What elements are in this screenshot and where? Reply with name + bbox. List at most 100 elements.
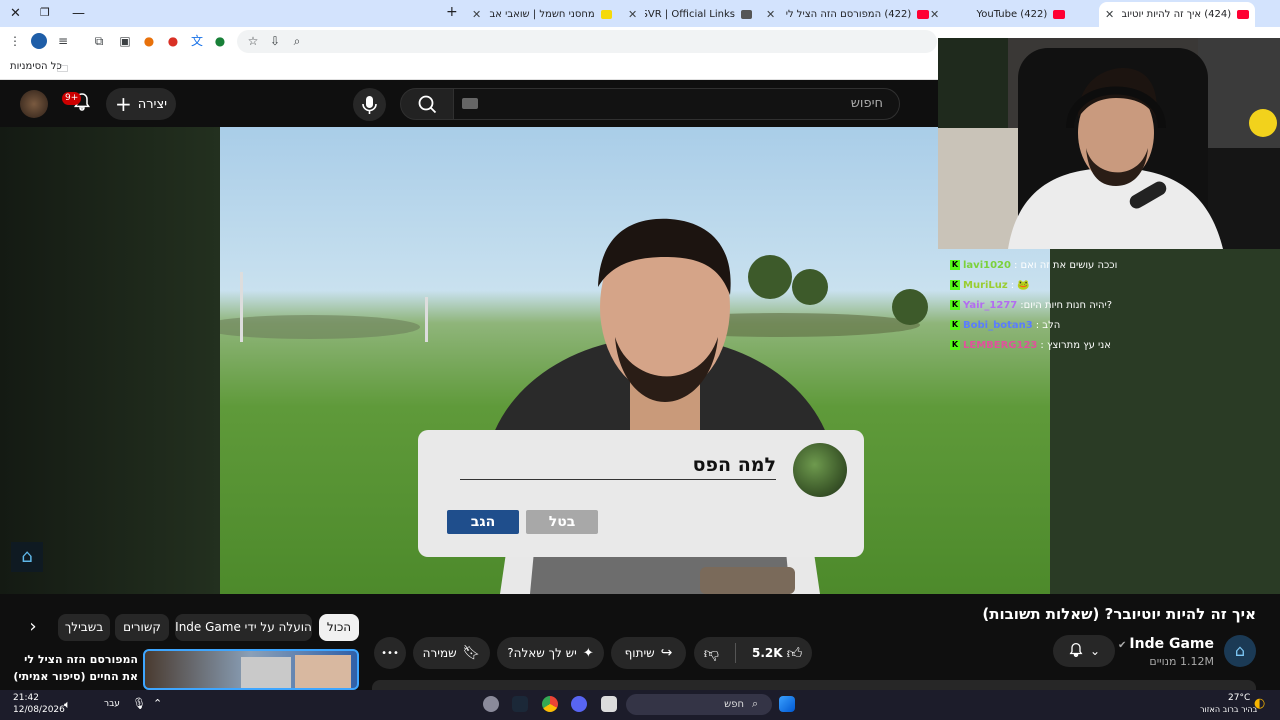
- reply-button[interactable]: הגב: [447, 510, 519, 534]
- tab-close-icon[interactable]: ✕: [1105, 8, 1114, 21]
- zoom-icon[interactable]: ⌕: [289, 33, 305, 49]
- bookmark-star-icon[interactable]: ☆: [245, 33, 261, 49]
- user-avatar: [793, 443, 847, 497]
- kick-badge-icon: K: [950, 340, 960, 350]
- kick-badge-icon: K: [950, 300, 960, 310]
- tab-close-icon[interactable]: ✕: [628, 8, 637, 21]
- notification-count-badge: 9+: [62, 92, 82, 105]
- address-bar[interactable]: ☆ ⇩ ⌕: [237, 30, 937, 53]
- like-count: 5.2K: [752, 646, 783, 660]
- tab-title: מחסני חשמל | שואבי אבק - מחס: [489, 8, 595, 20]
- chip-related[interactable]: קשורים: [115, 614, 169, 641]
- steam-icon[interactable]: [512, 696, 528, 712]
- cancel-button[interactable]: בטל: [526, 510, 598, 534]
- chat-message: K Yair_1277 :יהיה חנות חיות היום?: [950, 297, 1112, 313]
- divider: [735, 643, 736, 663]
- translate-icon[interactable]: 文: [189, 33, 205, 49]
- subscriber-count: 1.12M מנויים: [1149, 655, 1214, 668]
- search-input[interactable]: חיפוש: [453, 88, 900, 120]
- tab-search-icon[interactable]: ▣: [117, 33, 133, 49]
- thumbnail-frame: [241, 657, 291, 688]
- save-button[interactable]: 🔖︎ שמירה: [413, 637, 490, 669]
- clock-time[interactable]: 21:42: [13, 693, 39, 703]
- youtube-favicon-icon: [1053, 9, 1066, 19]
- kick-badge-icon: K: [950, 320, 960, 330]
- tab-title: (422) YouTube: [976, 8, 1048, 20]
- discord-icon[interactable]: [571, 696, 587, 712]
- taskbar-search[interactable]: חפש: [626, 694, 772, 715]
- media-controls-icon[interactable]: ≡: [55, 33, 71, 49]
- description-box[interactable]: [372, 680, 1256, 690]
- tab-odedsvr[interactable]: OdedSVR | Official Links ✕: [622, 4, 758, 24]
- plus-icon: +: [114, 92, 132, 116]
- account-avatar[interactable]: [20, 90, 48, 118]
- restore-window-icon[interactable]: ❐: [40, 6, 50, 19]
- chip-uploaded-by[interactable]: הועלה על ידי Inde Game: [175, 614, 312, 641]
- all-bookmarks-link[interactable]: כל הסימניות: [10, 61, 62, 72]
- search-button[interactable]: [400, 88, 454, 120]
- tab-famous[interactable]: (422) המפורסם הזה הציל לי את ✕: [760, 4, 936, 24]
- channel-name-row[interactable]: ✔ Inde Game: [1118, 636, 1214, 652]
- menu-dots-icon[interactable]: ⋮: [7, 33, 23, 49]
- thumbs-down-icon[interactable]: 👎︎: [704, 644, 719, 663]
- tab-electric[interactable]: מחסני חשמל | שואבי אבק - מחס ✕: [466, 4, 618, 24]
- chat-username: MuriLuz: [963, 279, 1008, 291]
- chevron-right-icon[interactable]: ›: [22, 616, 44, 638]
- thumbnail-frame: [295, 655, 351, 688]
- extension-icon[interactable]: ●: [141, 33, 157, 49]
- chip-for-you[interactable]: בשבילך: [58, 614, 110, 641]
- share-button[interactable]: ↪ שיתוף: [611, 637, 686, 669]
- tab-title: (424) איך זה להיות יוטיובר? (שא: [1122, 9, 1232, 20]
- volume-icon[interactable]: 🔈︎: [64, 698, 71, 712]
- browser-tab-strip: ✕ ❐ — (424) איך זה להיות יוטיובר? (שא ✕ …: [0, 0, 1280, 27]
- file-explorer-icon[interactable]: [601, 696, 617, 712]
- tab-title: (422) המפורסם הזה הציל לי את: [783, 8, 912, 20]
- chat-text: :: [1010, 279, 1015, 291]
- profile-avatar-icon[interactable]: [31, 33, 47, 49]
- voice-search-button[interactable]: [353, 88, 386, 121]
- more-actions-button[interactable]: •••: [374, 637, 406, 669]
- close-window-icon[interactable]: ✕: [10, 6, 21, 21]
- recommendation-title[interactable]: המפורסם הזה הציל לי את החיים (סיפור אמית…: [10, 651, 138, 685]
- weather-text[interactable]: בהיר ברוב האזור: [1200, 705, 1257, 714]
- new-tab-button[interactable]: +: [446, 4, 458, 20]
- folder-icon: 🗀: [57, 62, 68, 75]
- chevron-up-icon[interactable]: ⌃: [153, 697, 162, 710]
- weather-icon[interactable]: ◐: [1254, 696, 1265, 711]
- ask-question-button[interactable]: ✦ יש לך שאלה?: [497, 637, 604, 669]
- share-icon: ↪: [660, 645, 673, 661]
- reply-input[interactable]: למה הפס: [460, 452, 776, 480]
- save-label: שמירה: [422, 646, 457, 660]
- extension-icon[interactable]: ●: [165, 33, 181, 49]
- minimize-window-icon[interactable]: —: [72, 6, 85, 21]
- like-button[interactable]: 👍︎ 5.2K: [752, 644, 802, 663]
- clock-date[interactable]: 12/08/2026: [13, 705, 65, 715]
- like-dislike-group: 👍︎ 5.2K 👎︎: [694, 637, 812, 669]
- tab-title: OdedSVR | Official Links: [645, 8, 735, 20]
- start-button[interactable]: [779, 696, 795, 712]
- channel-logo[interactable]: ⌂: [1224, 635, 1256, 667]
- tab-close-icon[interactable]: ✕: [766, 8, 775, 21]
- chat-message: K Bobi_botan3 : הלב: [950, 317, 1060, 333]
- install-icon[interactable]: ⇩: [267, 33, 283, 49]
- chat-text: : אני עץ מתרוצץ: [1040, 339, 1111, 351]
- recommendation-thumbnail[interactable]: [143, 649, 359, 690]
- extension-icon[interactable]: ●: [212, 33, 228, 49]
- chat-message: K MuriLuz : 🐸: [950, 277, 1030, 293]
- keyboard-icon[interactable]: [462, 98, 478, 109]
- chrome-icon[interactable]: [542, 696, 558, 712]
- tab-video[interactable]: (424) איך זה להיות יוטיובר? (שא ✕: [1099, 2, 1255, 27]
- settings-icon[interactable]: [483, 696, 499, 712]
- chat-message: K LEMBERG123 : אני עץ מתרוצץ: [950, 337, 1111, 353]
- kick-badge-icon: K: [950, 260, 960, 270]
- weather-temp[interactable]: 27°C: [1228, 693, 1250, 703]
- language-indicator[interactable]: עבר: [104, 699, 120, 709]
- create-button[interactable]: יצירה +: [106, 88, 176, 120]
- mic-icon[interactable]: 🎙︎: [132, 697, 146, 710]
- tab-youtube[interactable]: (422) YouTube ✕: [924, 4, 1094, 24]
- channel-watermark-icon[interactable]: ⌂: [11, 542, 43, 572]
- extensions-icon[interactable]: ⧉: [91, 33, 107, 49]
- subscribed-button[interactable]: ⌄: [1053, 635, 1115, 667]
- chip-all[interactable]: הכול: [319, 614, 359, 641]
- tab-close-icon[interactable]: ✕: [472, 8, 481, 21]
